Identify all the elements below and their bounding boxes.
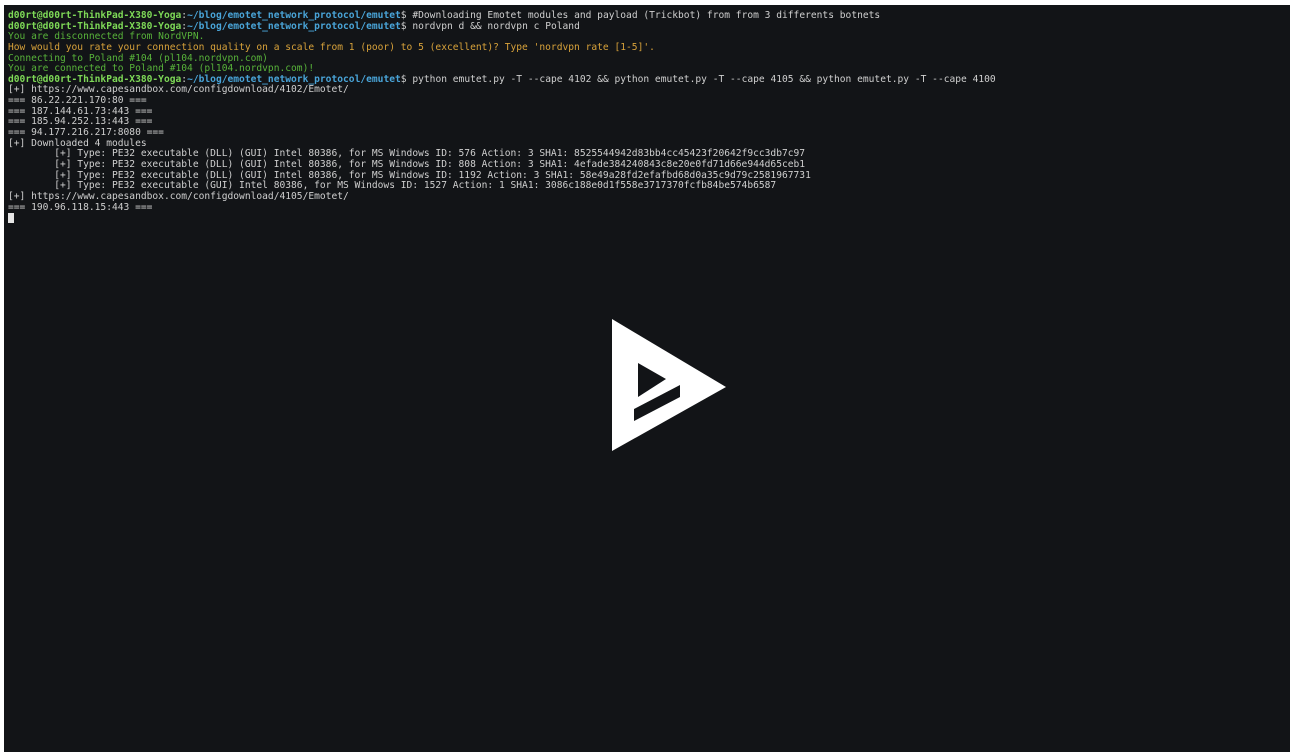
output-text: Connecting to Poland #104 (pl104.nordvpn… xyxy=(8,52,268,64)
terminal-line: === 94.177.216.217:8080 === xyxy=(8,127,996,139)
output-text: === 187.144.61.73:443 === xyxy=(8,105,153,117)
output-text: [+] Type: PE32 executable (DLL) (GUI) In… xyxy=(8,169,811,181)
output-text: [+] Type: PE32 executable (DLL) (GUI) In… xyxy=(8,158,806,170)
output-text: [+] Type: PE32 executable (DLL) (GUI) In… xyxy=(8,148,806,160)
prompt-path: ~/blog/emotet_network_protocol/emutet xyxy=(187,73,401,85)
command-text: nordvpn d && nordvpn c Poland xyxy=(412,20,580,32)
play-icon[interactable] xyxy=(608,315,728,455)
terminal-line: === 86.22.221.170:80 === xyxy=(8,95,996,107)
output-text: [+] Downloaded 4 modules xyxy=(8,137,147,149)
prompt-dollar: $ xyxy=(400,10,413,21)
output-text: === 190.96.118.15:443 === xyxy=(8,201,153,213)
output-text: [+] https://www.capesandbox.com/configdo… xyxy=(8,190,349,202)
prompt-dollar: $ xyxy=(400,73,413,85)
terminal-output: d00rt@d00rt-ThinkPad-X380-Yoga:~/blog/em… xyxy=(8,10,996,224)
terminal-line xyxy=(8,213,996,224)
prompt-user: d00rt@d00rt-ThinkPad-X380-Yoga xyxy=(8,20,182,32)
output-text: You are connected to Poland #104 (pl104.… xyxy=(8,63,315,75)
terminal-line: === 187.144.61.73:443 === xyxy=(8,105,996,118)
output-text: How would you rate your connection quali… xyxy=(8,41,655,53)
command-text: #Downloading Emotet modules and payload … xyxy=(412,10,881,21)
terminal-line: === 190.96.118.15:443 === xyxy=(8,201,996,214)
prompt-dollar: $ xyxy=(400,20,413,32)
terminal-recording[interactable]: d00rt@d00rt-ThinkPad-X380-Yoga:~/blog/em… xyxy=(4,5,1290,752)
prompt-path: ~/blog/emotet_network_protocol/emutet xyxy=(187,20,401,32)
terminal-line: [+] https://www.capesandbox.com/configdo… xyxy=(8,85,996,96)
terminal-cursor xyxy=(8,213,14,224)
terminal-line: [+] https://www.capesandbox.com/configdo… xyxy=(8,190,996,203)
output-text: === 185.94.252.13:443 === xyxy=(8,116,153,128)
output-text: === 94.177.216.217:8080 === xyxy=(8,127,164,139)
output-text: [+] Type: PE32 executable (GUI) Intel 80… xyxy=(8,180,777,192)
output-text: [+] https://www.capesandbox.com/configdo… xyxy=(8,84,349,96)
output-text: You are disconnected from NordVPN. xyxy=(8,31,205,43)
command-text: python emutet.py -T --cape 4102 && pytho… xyxy=(412,73,996,85)
prompt-user: d00rt@d00rt-ThinkPad-X380-Yoga xyxy=(8,73,182,85)
output-text: === 86.22.221.170:80 === xyxy=(8,95,147,107)
prompt-user: d00rt@d00rt-ThinkPad-X380-Yoga xyxy=(8,10,182,21)
prompt-path: ~/blog/emotet_network_protocol/emutet xyxy=(187,10,401,21)
